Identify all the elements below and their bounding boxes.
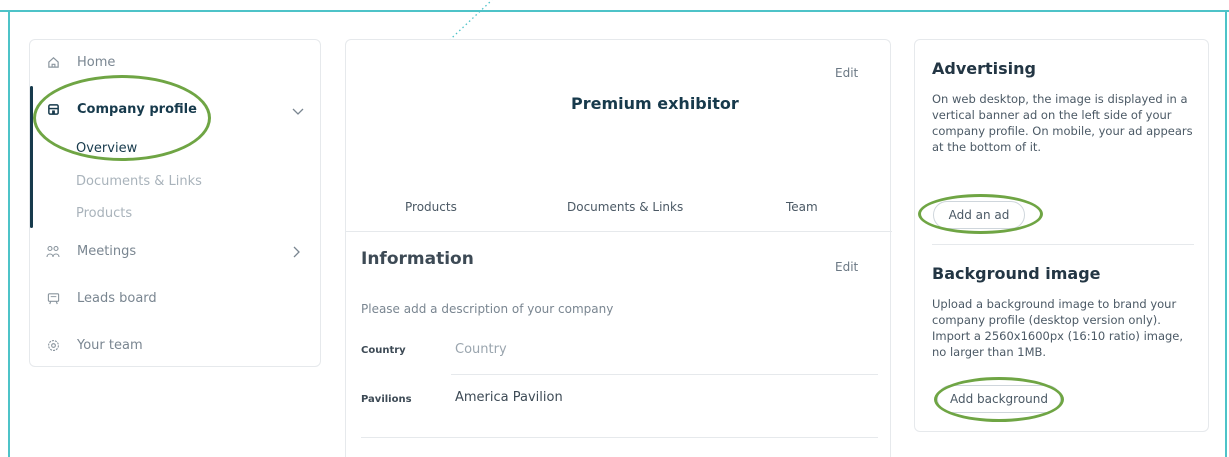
pavilions-label: Pavilions xyxy=(361,394,412,405)
side-settings-panel: Advertising On web desktop, the image is… xyxy=(914,39,1209,432)
sidebar-item-label: Home xyxy=(77,55,116,70)
frame-top-line xyxy=(0,10,1229,12)
tab-team[interactable]: Team xyxy=(786,200,818,214)
information-edit-link[interactable]: Edit xyxy=(835,260,858,274)
chevron-down-icon[interactable] xyxy=(292,108,304,116)
sidebar: Home Company profile Overview Documents … xyxy=(29,39,321,367)
sidebar-item-label: Meetings xyxy=(77,244,137,259)
sidebar-item-home[interactable]: Home xyxy=(46,55,115,70)
sidebar-item-label: Company profile xyxy=(77,102,197,117)
chevron-right-icon[interactable] xyxy=(293,246,301,258)
sidebar-item-meetings[interactable]: Meetings xyxy=(46,244,136,259)
country-value: Country xyxy=(455,342,507,357)
section-divider xyxy=(932,244,1194,245)
country-label: Country xyxy=(361,345,406,356)
add-ad-button[interactable]: Add an ad xyxy=(933,201,1025,229)
row-divider xyxy=(451,374,878,375)
leads-board-icon xyxy=(46,292,60,306)
frame-right-line xyxy=(1225,10,1227,457)
banner-title: Premium exhibitor xyxy=(571,94,739,113)
team-gear-icon xyxy=(46,339,60,353)
meetings-icon xyxy=(46,245,60,259)
sidebar-item-label: Leads board xyxy=(77,291,157,306)
sidebar-subitem-products[interactable]: Products xyxy=(76,206,132,221)
banner-edit-link[interactable]: Edit xyxy=(835,66,858,80)
sidebar-item-label: Your team xyxy=(77,338,143,353)
active-section-indicator xyxy=(30,86,33,228)
sidebar-item-company-profile[interactable]: Company profile xyxy=(46,102,197,117)
add-background-button[interactable]: Add background xyxy=(937,385,1061,413)
pavilions-value: America Pavilion xyxy=(455,390,563,405)
row-divider xyxy=(361,437,878,438)
tab-products[interactable]: Products xyxy=(405,200,457,214)
background-image-title: Background image xyxy=(932,264,1101,283)
frame-left-line xyxy=(8,10,10,457)
home-icon xyxy=(46,56,60,70)
information-title: Information xyxy=(361,249,474,269)
sidebar-subitem-documents-links[interactable]: Documents & Links xyxy=(76,174,202,189)
advertising-description: On web desktop, the image is displayed i… xyxy=(932,92,1193,154)
store-icon xyxy=(46,103,60,117)
description-placeholder: Please add a description of your company xyxy=(361,302,614,316)
sidebar-item-leads-board[interactable]: Leads board xyxy=(46,291,157,306)
company-profile-main: Edit Premium exhibitor Products Document… xyxy=(345,39,892,457)
sidebar-item-your-team[interactable]: Your team xyxy=(46,338,143,353)
advertising-title: Advertising xyxy=(932,59,1036,78)
sidebar-subitem-overview[interactable]: Overview xyxy=(76,141,137,156)
tab-documents-links[interactable]: Documents & Links xyxy=(567,200,683,214)
tabs-divider xyxy=(346,231,892,232)
background-image-description: Upload a background image to brand your … xyxy=(932,297,1184,359)
